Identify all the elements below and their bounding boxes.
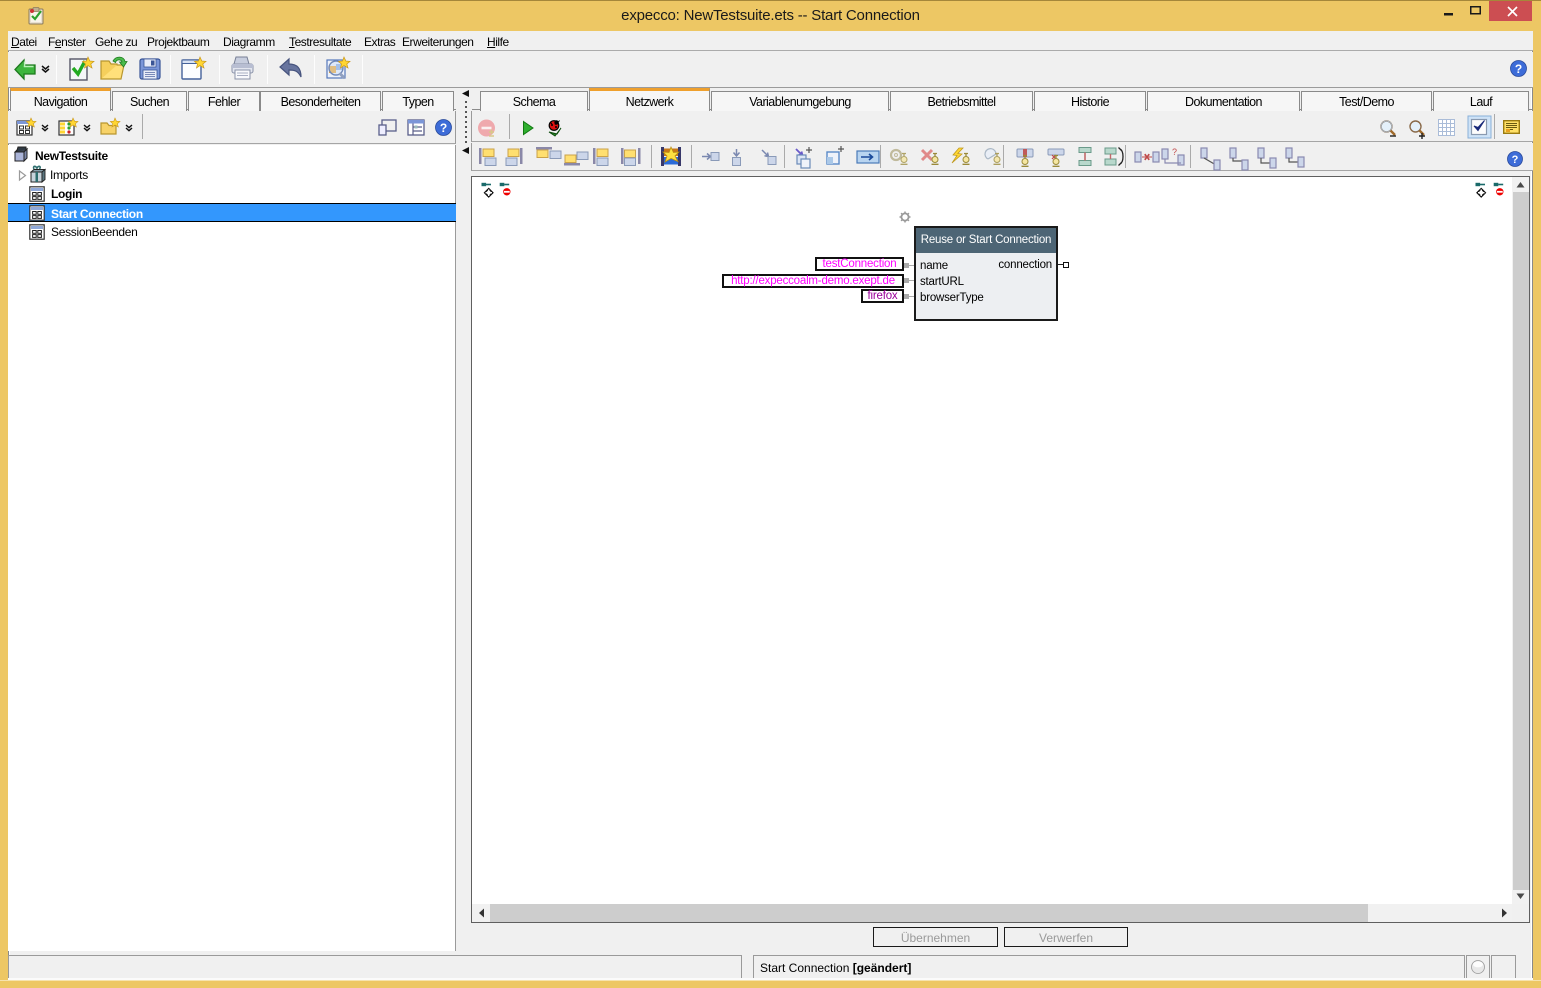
svg-text:?: ? xyxy=(1172,147,1177,157)
svg-text:?: ? xyxy=(1512,154,1519,166)
svg-text:?: ? xyxy=(440,121,447,135)
svg-text:?: ? xyxy=(1515,62,1522,76)
